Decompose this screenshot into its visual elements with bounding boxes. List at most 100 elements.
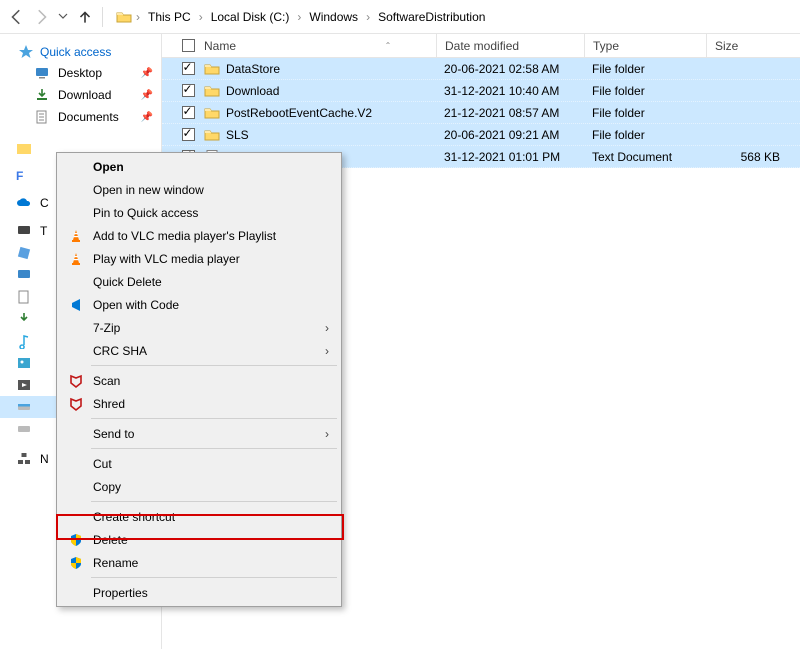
- ctx-create-shortcut[interactable]: Create shortcut: [59, 505, 339, 528]
- submenu-arrow-icon: ›: [325, 321, 329, 335]
- file-name: PostRebootEventCache.V2: [226, 106, 372, 120]
- file-row[interactable]: PostRebootEventCache.V221-12-2021 08:57 …: [162, 102, 800, 124]
- network-icon: [16, 451, 32, 467]
- sidebar-quick-access-label: Quick access: [40, 45, 111, 59]
- ctx-open-with-code[interactable]: Open with Code: [59, 293, 339, 316]
- nav-forward-button[interactable]: [32, 8, 50, 26]
- address-bar[interactable]: › This PC › Local Disk (C:) › Windows › …: [111, 5, 792, 29]
- separator: [91, 365, 337, 366]
- file-type: File folder: [584, 128, 706, 142]
- checkbox-icon: [182, 39, 195, 52]
- file-row[interactable]: DataStore 20-06-2021 02:58 AMFile folder: [162, 58, 800, 80]
- ctx-open-new-window[interactable]: Open in new window: [59, 178, 339, 201]
- mcafee-icon: [67, 372, 85, 390]
- ctx-properties[interactable]: Properties: [59, 581, 339, 604]
- row-checkbox[interactable]: [176, 128, 200, 141]
- breadcrumb-softwaredistribution[interactable]: SoftwareDistribution: [374, 6, 489, 28]
- column-headers: Name ⌃ Date modified Type Size: [162, 34, 800, 58]
- file-date: 20-06-2021 02:58 AM: [436, 62, 584, 76]
- row-checkbox[interactable]: [176, 106, 200, 119]
- breadcrumb-this-pc[interactable]: This PC: [144, 6, 195, 28]
- folder-icon: [16, 141, 32, 157]
- music-icon: [16, 333, 32, 349]
- column-header-date[interactable]: Date modified: [436, 34, 584, 57]
- mcafee-icon: [67, 395, 85, 413]
- download-icon: [34, 87, 50, 103]
- pin-icon: 📌: [141, 112, 153, 123]
- uac-shield-icon: [67, 554, 85, 572]
- column-header-type[interactable]: Type: [584, 34, 706, 57]
- ctx-pin-quick-access[interactable]: Pin to Quick access: [59, 201, 339, 224]
- row-checkbox[interactable]: [176, 62, 200, 75]
- sidebar-item-download[interactable]: Download 📌: [0, 84, 161, 106]
- documents-icon: [34, 109, 50, 125]
- breadcrumb-local-disk[interactable]: Local Disk (C:): [207, 6, 294, 28]
- folder-icon: [204, 61, 220, 77]
- monitor-icon: [16, 223, 32, 239]
- checkbox-icon: [182, 128, 195, 141]
- nav-history-dropdown[interactable]: [56, 10, 70, 24]
- ctx-add-vlc-playlist[interactable]: Add to VLC media player's Playlist: [59, 224, 339, 247]
- folder-icon: [204, 83, 220, 99]
- ctx-cut[interactable]: Cut: [59, 452, 339, 475]
- ctx-rename[interactable]: Rename: [59, 551, 339, 574]
- ctx-shred[interactable]: Shred: [59, 392, 339, 415]
- sidebar-item-desktop[interactable]: Desktop 📌: [0, 62, 161, 84]
- file-row[interactable]: SLS20-06-2021 09:21 AMFile folder: [162, 124, 800, 146]
- obj-icon: [16, 245, 32, 261]
- column-header-size[interactable]: Size: [706, 34, 800, 57]
- file-type: Text Document: [584, 150, 706, 164]
- separator: [91, 501, 337, 502]
- sidebar-item-documents[interactable]: Documents 📌: [0, 106, 161, 128]
- separator: [91, 418, 337, 419]
- ctx-crc-sha[interactable]: CRC SHA ›: [59, 339, 339, 362]
- ctx-7zip[interactable]: 7-Zip ›: [59, 316, 339, 339]
- file-size: 568 KB: [706, 150, 800, 164]
- ctx-copy[interactable]: Copy: [59, 475, 339, 498]
- file-type: File folder: [584, 84, 706, 98]
- checkbox-icon: [182, 106, 195, 119]
- vlc-icon: [67, 227, 85, 245]
- ctx-play-vlc[interactable]: Play with VLC media player: [59, 247, 339, 270]
- separator: [102, 7, 103, 27]
- folder-icon: [204, 105, 220, 121]
- drive-icon: [16, 421, 32, 437]
- sidebar-item-label: Documents: [58, 110, 119, 124]
- chevron-right-icon[interactable]: ›: [195, 10, 207, 24]
- pictures-icon: [16, 355, 32, 371]
- videos-icon: [16, 377, 32, 393]
- uac-shield-icon: [67, 531, 85, 549]
- chevron-right-icon[interactable]: ›: [362, 10, 374, 24]
- sidebar-item-label: Desktop: [58, 66, 102, 80]
- file-name: SLS: [226, 128, 249, 142]
- ctx-open[interactable]: Open: [59, 155, 339, 178]
- sidebar-quick-access[interactable]: Quick access: [0, 40, 161, 62]
- ctx-delete[interactable]: Delete: [59, 528, 339, 551]
- nav-up-button[interactable]: [76, 8, 94, 26]
- file-row[interactable]: Download31-12-2021 10:40 AMFile folder: [162, 80, 800, 102]
- star-icon: [18, 44, 34, 60]
- breadcrumb-windows[interactable]: Windows: [305, 6, 362, 28]
- chevron-right-icon[interactable]: ›: [293, 10, 305, 24]
- submenu-arrow-icon: ›: [325, 344, 329, 358]
- pin-icon: 📌: [141, 68, 153, 79]
- sort-asc-icon: ⌃: [385, 41, 392, 50]
- file-type: File folder: [584, 62, 706, 76]
- drive-icon: [16, 399, 32, 415]
- file-date: 31-12-2021 10:40 AM: [436, 84, 584, 98]
- column-header-checkbox[interactable]: [176, 39, 200, 52]
- file-date: 31-12-2021 01:01 PM: [436, 150, 584, 164]
- sidebar-item-label: Download: [58, 88, 111, 102]
- file-name: DataStore: [226, 62, 280, 76]
- app-icon: F: [16, 169, 23, 183]
- submenu-arrow-icon: ›: [325, 427, 329, 441]
- ctx-send-to[interactable]: Send to ›: [59, 422, 339, 445]
- desktop-icon: [16, 267, 32, 283]
- chevron-right-icon[interactable]: ›: [132, 10, 144, 24]
- ctx-quick-delete[interactable]: Quick Delete: [59, 270, 339, 293]
- nav-back-button[interactable]: [8, 8, 26, 26]
- row-checkbox[interactable]: [176, 84, 200, 97]
- ctx-scan[interactable]: Scan: [59, 369, 339, 392]
- context-menu: Open Open in new window Pin to Quick acc…: [56, 152, 342, 607]
- column-header-name[interactable]: Name ⌃: [200, 39, 436, 53]
